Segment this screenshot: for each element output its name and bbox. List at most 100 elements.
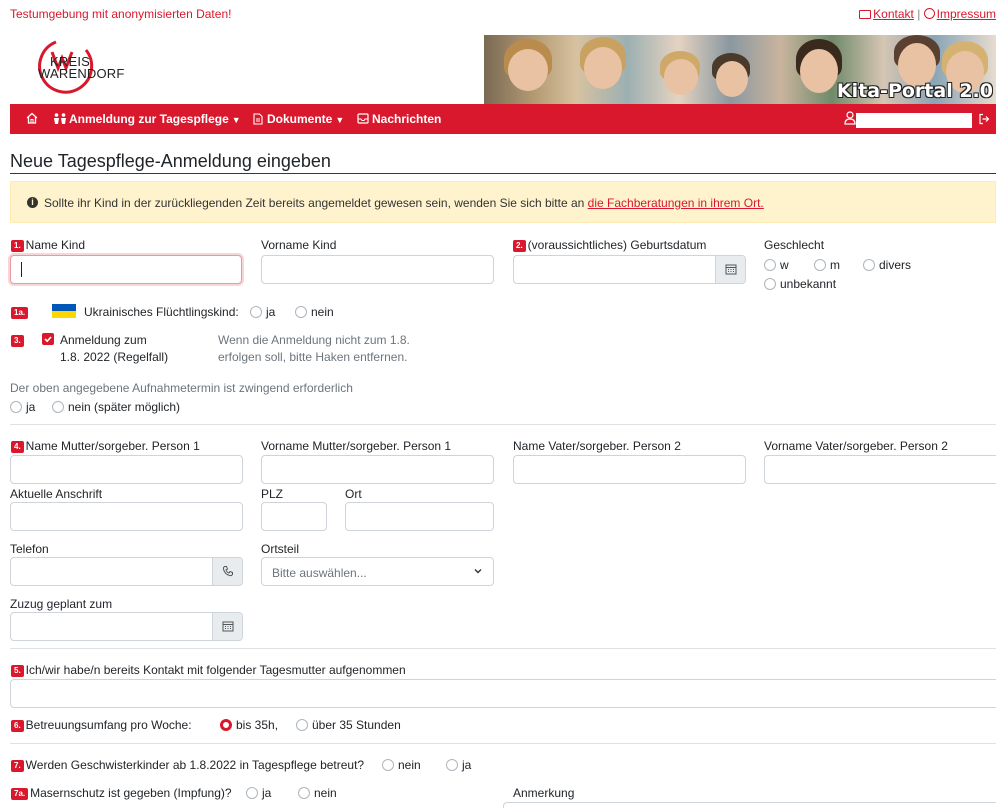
geschwister-radio-ja[interactable]: ja xyxy=(446,758,471,772)
radio-button[interactable] xyxy=(246,787,258,799)
section-divider xyxy=(10,743,996,744)
kontakt-link[interactable]: Kontakt xyxy=(873,7,914,21)
radio-button[interactable] xyxy=(382,759,394,771)
main-navbar: Anmeldung zur Tagespflege ▼ Dokumente ▼ Na… xyxy=(10,104,996,134)
nav-dokumente-label: Dokumente xyxy=(267,112,333,126)
radio-button[interactable] xyxy=(446,759,458,771)
radio-button[interactable] xyxy=(250,306,262,318)
info-alert: i Sollte ihr Kind in der zurückliegenden… xyxy=(10,181,996,223)
radio-button[interactable] xyxy=(296,719,308,731)
badge-1: 1. xyxy=(11,240,24,252)
banner-child-face xyxy=(800,49,838,93)
gender-m-label: m xyxy=(830,258,840,272)
home-icon[interactable] xyxy=(26,112,38,124)
banner-child-face xyxy=(716,61,748,97)
masern-radio-nein[interactable]: nein xyxy=(298,786,337,800)
masern-radio-ja[interactable]: ja xyxy=(246,786,271,800)
plz-input[interactable] xyxy=(261,502,327,531)
masern-ja-label: ja xyxy=(262,786,272,800)
radio-button[interactable] xyxy=(764,278,776,290)
ortsteil-select[interactable]: Bitte auswählen... xyxy=(261,557,494,586)
betreuung-radio-ueber35[interactable]: über 35 Stunden xyxy=(296,718,401,732)
vorname-vater-input[interactable] xyxy=(764,455,996,484)
environment-warning: Testumgebung mit anonymisierten Daten! xyxy=(10,7,232,21)
geburtsdatum-label: 2. (voraussichtliches) Geburtsdatum xyxy=(513,238,706,252)
tagesmutter-text: Ich/wir habe/n bereits Kontakt mit folge… xyxy=(25,663,406,677)
ukraine-label: Ukrainisches Flüchtlingskind: xyxy=(84,305,239,319)
anmerkung-input[interactable] xyxy=(503,802,996,808)
betreuung-radio-35h[interactable]: bis 35h, xyxy=(220,718,278,732)
radio-button[interactable] xyxy=(764,259,776,271)
geschwister-radio-nein[interactable]: nein xyxy=(382,758,421,772)
nav-dokumente[interactable]: Dokumente ▼ xyxy=(253,112,344,126)
anmeldung-checkbox[interactable] xyxy=(42,333,54,345)
chevron-down-icon: ▼ xyxy=(335,115,345,125)
fachberatungen-link[interactable]: die Fachberatungen in ihrem Ort. xyxy=(588,196,764,210)
ukraine-radio-ja[interactable]: ja xyxy=(250,305,275,319)
anmeldung-hint-2: erfolgen soll, bitte Haken entfernen. xyxy=(218,350,408,364)
ukraine-ja-label: ja xyxy=(266,305,276,319)
gender-radio-m[interactable]: m xyxy=(814,258,840,272)
radio-button[interactable] xyxy=(298,787,310,799)
name-vater-label: Name Vater/sorgeber. Person 2 xyxy=(513,439,681,453)
ukraine-radio-nein[interactable]: nein xyxy=(295,305,334,319)
logout-icon[interactable] xyxy=(978,113,990,125)
gender-radio-w[interactable]: w xyxy=(764,258,789,272)
ort-input[interactable] xyxy=(345,502,494,531)
phone-icon xyxy=(222,566,233,577)
nav-nachrichten[interactable]: Nachrichten xyxy=(357,112,441,126)
people-icon xyxy=(54,113,66,124)
aufnahme-radio-ja[interactable]: ja xyxy=(10,400,35,414)
radio-button[interactable] xyxy=(10,401,22,413)
nav-anmeldung-tagespflege[interactable]: Anmeldung zur Tagespflege ▼ xyxy=(53,112,241,126)
vorname-kind-input[interactable] xyxy=(261,255,494,284)
alert-message: Sollte ihr Kind in der zurückliegenden Z… xyxy=(44,196,585,210)
geschwister-label: 7. Werden Geschwisterkinder ab 1.8.2022 i… xyxy=(11,758,364,772)
badge-7a: 7a. xyxy=(11,788,29,800)
geburtsdatum-input[interactable] xyxy=(513,255,746,284)
top-links: Kontakt | Impressum xyxy=(859,7,996,21)
plz-label: PLZ xyxy=(261,487,284,501)
vorname-mutter-input[interactable] xyxy=(261,455,494,484)
tagesmutter-input[interactable] xyxy=(10,679,996,708)
banner-child-face xyxy=(664,59,698,95)
geschwister-nein-label: nein xyxy=(398,758,421,772)
copyright-icon xyxy=(923,8,935,19)
user-icon[interactable] xyxy=(844,111,856,125)
aufnahme-radio-nein[interactable]: nein (später möglich) xyxy=(52,400,180,414)
impressum-link[interactable]: Impressum xyxy=(937,7,996,21)
vorname-mutter-label: Vorname Mutter/sorgeber. Person 1 xyxy=(261,439,452,453)
phone-button[interactable] xyxy=(212,558,242,585)
telefon-label: Telefon xyxy=(10,542,49,556)
masern-nein-label: nein xyxy=(314,786,337,800)
radio-button-checked[interactable] xyxy=(220,719,232,731)
calendar-button[interactable] xyxy=(212,613,242,640)
geburtsdatum-text: (voraussichtliches) Geburtsdatum xyxy=(527,238,707,252)
radio-button[interactable] xyxy=(52,401,64,413)
name-vater-input[interactable] xyxy=(513,455,746,484)
nav-anmeldung-label: Anmeldung zur Tagespflege xyxy=(69,112,229,126)
name-kind-input[interactable] xyxy=(10,255,242,284)
document-icon xyxy=(253,113,263,125)
message-icon xyxy=(357,113,369,124)
anmeldung-hint-1: Wenn die Anmeldung nicht zum 1.8. xyxy=(218,333,410,347)
ortsteil-selected-value: Bitte auswählen... xyxy=(272,566,367,580)
calendar-button[interactable] xyxy=(715,256,745,283)
badge-5: 5. xyxy=(11,665,24,677)
ukraine-nein-label: nein xyxy=(311,305,334,319)
gender-radio-divers[interactable]: divers xyxy=(863,258,911,272)
radio-button[interactable] xyxy=(863,259,875,271)
name-kind-label: 1. Name Kind xyxy=(11,238,85,252)
anmeldung-label-1: Anmeldung zum xyxy=(60,333,147,347)
anschrift-input[interactable] xyxy=(10,502,243,531)
gender-radio-unbekannt[interactable]: unbekannt xyxy=(764,277,836,291)
name-mutter-input[interactable] xyxy=(10,455,243,484)
zuzug-input[interactable] xyxy=(10,612,243,641)
section-divider xyxy=(10,424,996,425)
badge-6: 6. xyxy=(11,720,24,732)
radio-button[interactable] xyxy=(295,306,307,318)
page-title: Neue Tagespflege-Anmeldung eingeben xyxy=(10,151,331,171)
calendar-icon xyxy=(725,264,737,275)
telefon-input[interactable] xyxy=(10,557,243,586)
radio-button[interactable] xyxy=(814,259,826,271)
